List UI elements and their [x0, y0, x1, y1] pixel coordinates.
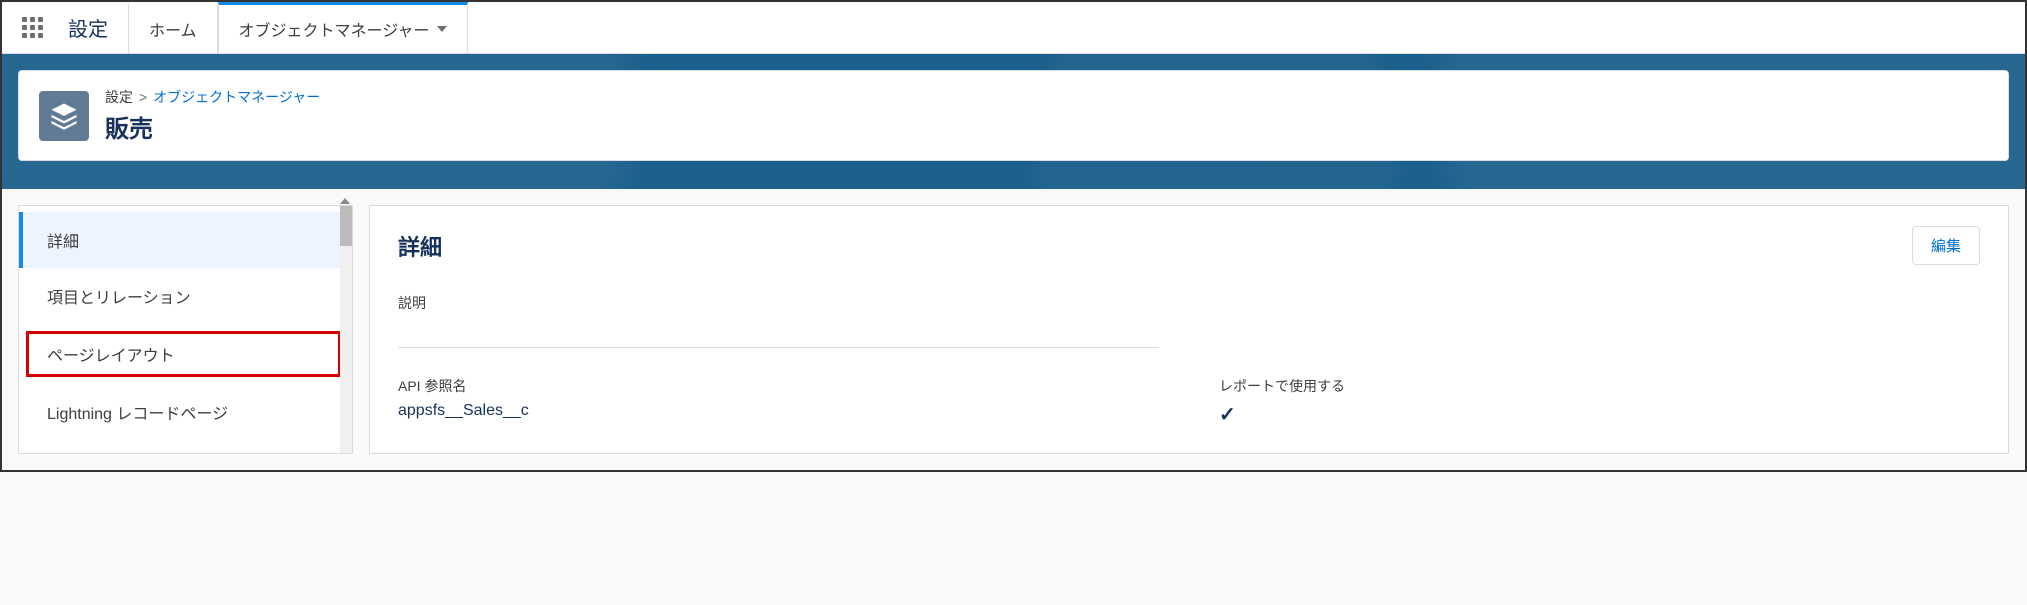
content: 詳細 項目とリレーション ページレイアウト Lightning レコードページ …: [2, 189, 2025, 470]
chevron-down-icon: [437, 26, 447, 32]
field-use-in-report: レポートで使用する ✓: [1219, 376, 1980, 433]
sidebar-item-lightning-pages[interactable]: Lightning レコードページ: [19, 384, 352, 440]
field-label: API 参照名: [398, 376, 1159, 396]
tab-object-manager[interactable]: オブジェクトマネージャー: [218, 2, 469, 53]
field-label: 説明: [398, 293, 1159, 313]
field-value: [398, 319, 1159, 341]
sidebar-item-page-layouts[interactable]: ページレイアウト: [23, 328, 344, 380]
scroll-up-icon: [340, 198, 350, 204]
page-header: 設定 > オブジェクトマネージャー 販売: [18, 70, 2009, 161]
check-icon: ✓: [1219, 404, 1236, 426]
sidebar-item-label: ページレイアウト: [47, 348, 175, 365]
waffle-icon: [22, 17, 43, 38]
sidebar-item-label: Lightning レコードページ: [47, 406, 228, 423]
page-title: 販売: [105, 109, 320, 144]
sidebar-item-fields[interactable]: 項目とリレーション: [19, 268, 352, 324]
breadcrumb-link[interactable]: オブジェクトマネージャー: [153, 87, 320, 107]
tab-label: オブジェクトマネージャー: [239, 17, 430, 41]
app-title: 設定: [62, 13, 128, 42]
breadcrumb-root: 設定: [105, 87, 133, 107]
sidebar: 詳細 項目とリレーション ページレイアウト Lightning レコードページ: [18, 205, 353, 454]
scrollbar[interactable]: [340, 206, 352, 453]
edit-button[interactable]: 編集: [1912, 226, 1980, 265]
breadcrumb: 設定 > オブジェクトマネージャー: [105, 87, 320, 107]
panel-title: 詳細: [398, 230, 442, 262]
nav-tabs: ホーム オブジェクトマネージャー: [128, 2, 468, 53]
panel-header: 詳細 編集: [398, 226, 1980, 265]
field-value: ✓: [1219, 402, 1980, 427]
field-api-name: API 参照名 appsfs__Sales__c: [398, 376, 1159, 433]
main-panel: 詳細 編集 説明 API 参照名 appsfs__Sales__c レポートで使…: [369, 205, 2009, 454]
sidebar-item-label: 項目とリレーション: [47, 290, 191, 307]
sidebar-item-label: 詳細: [47, 234, 79, 251]
layers-icon: [49, 101, 79, 131]
app-launcher-icon[interactable]: [2, 17, 62, 38]
sidebar-item-detail[interactable]: 詳細: [19, 212, 352, 268]
field-label: レポートで使用する: [1219, 376, 1980, 396]
tab-label: ホーム: [149, 17, 197, 41]
breadcrumb-separator: >: [139, 89, 147, 105]
field-value: appsfs__Sales__c: [398, 402, 1159, 424]
object-icon: [39, 91, 89, 141]
tab-home[interactable]: ホーム: [128, 2, 218, 53]
global-header: 設定 ホーム オブジェクトマネージャー: [2, 2, 2025, 54]
scrollbar-thumb[interactable]: [340, 206, 352, 246]
field-description: 説明: [398, 293, 1159, 348]
banner: 設定 > オブジェクトマネージャー 販売: [2, 54, 2025, 189]
detail-grid: 説明 API 参照名 appsfs__Sales__c レポートで使用する ✓: [398, 293, 1980, 433]
